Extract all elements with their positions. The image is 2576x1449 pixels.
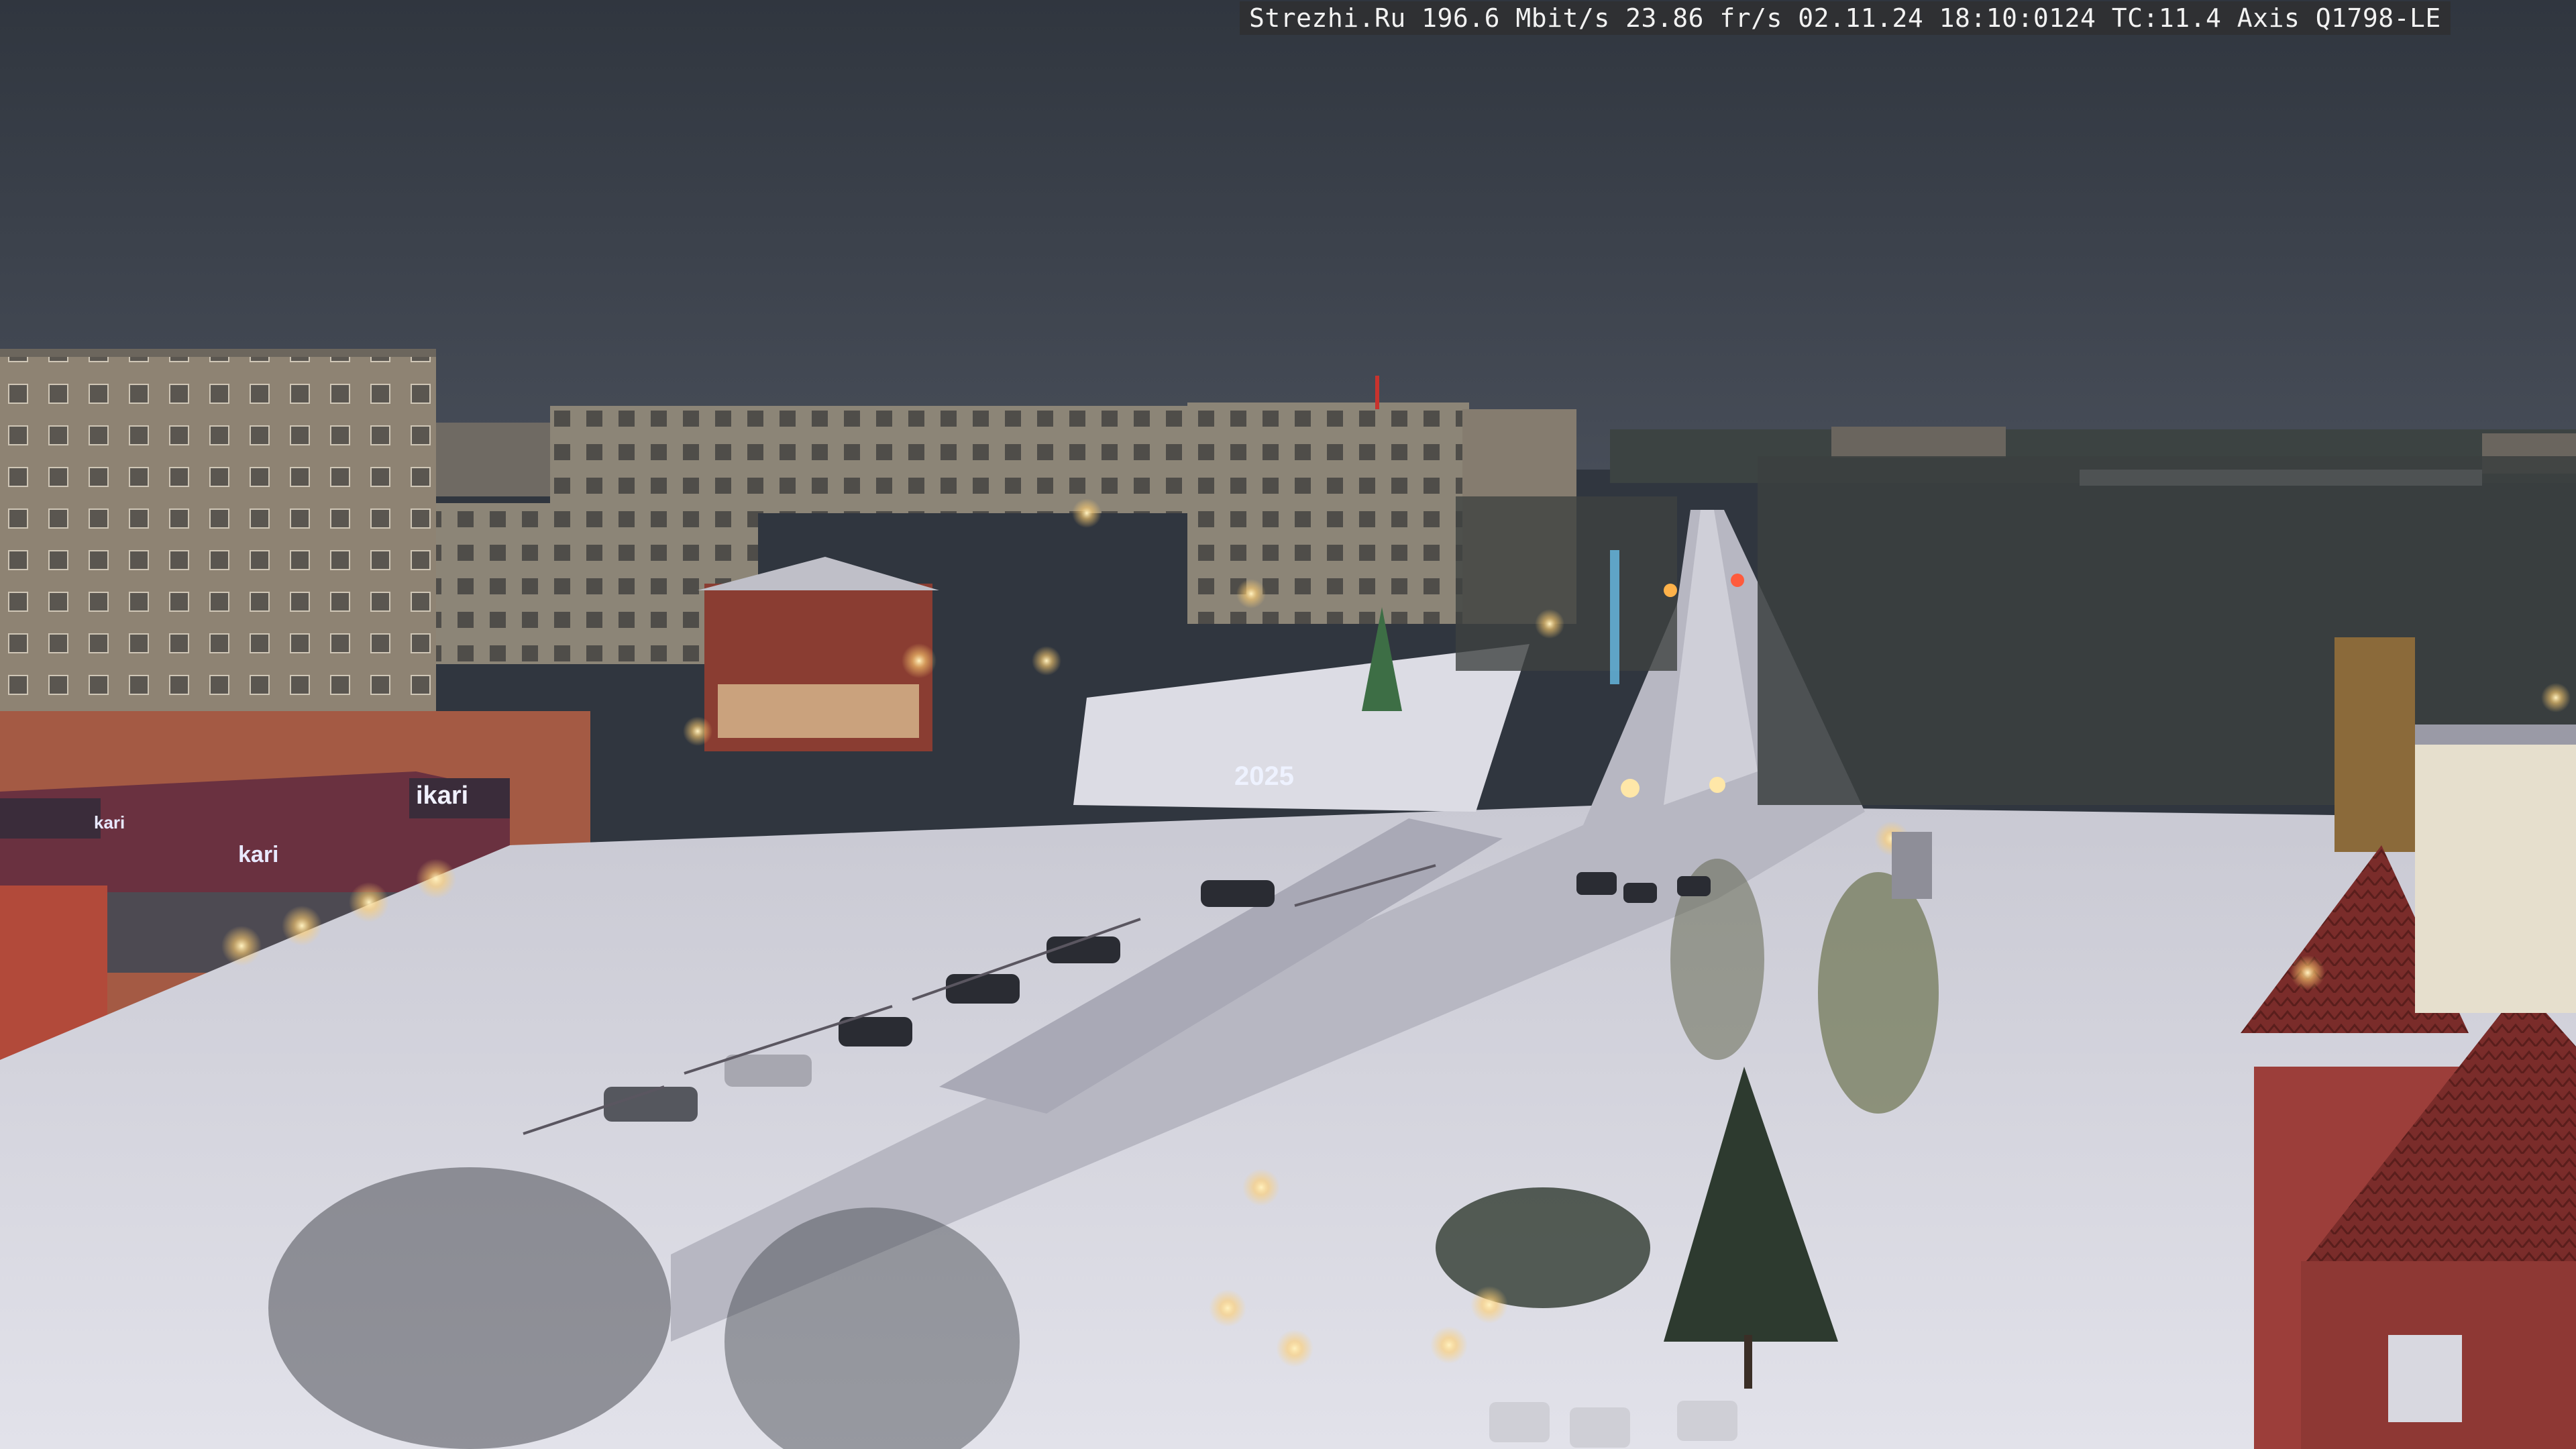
store-sign-tertiary: kari (94, 812, 125, 833)
webcam-frame: ikari kari kari 2025 Strezhi.Ru 196.6 Mb… (0, 0, 2576, 1449)
store-sign-main: ikari (416, 782, 468, 810)
tree-row-center (1456, 496, 1677, 671)
city-street-scene: ikari kari kari 2025 (0, 0, 2576, 1449)
monument-pedestal (1892, 832, 1932, 899)
holiday-year-sign: 2025 (1234, 761, 1294, 791)
store-sign-secondary: kari (238, 842, 279, 867)
festive-light-column (1610, 550, 1619, 684)
camera-info-overlay: Strezhi.Ru 196.6 Mbit/s 23.86 fr/s 02.11… (1240, 1, 2451, 35)
